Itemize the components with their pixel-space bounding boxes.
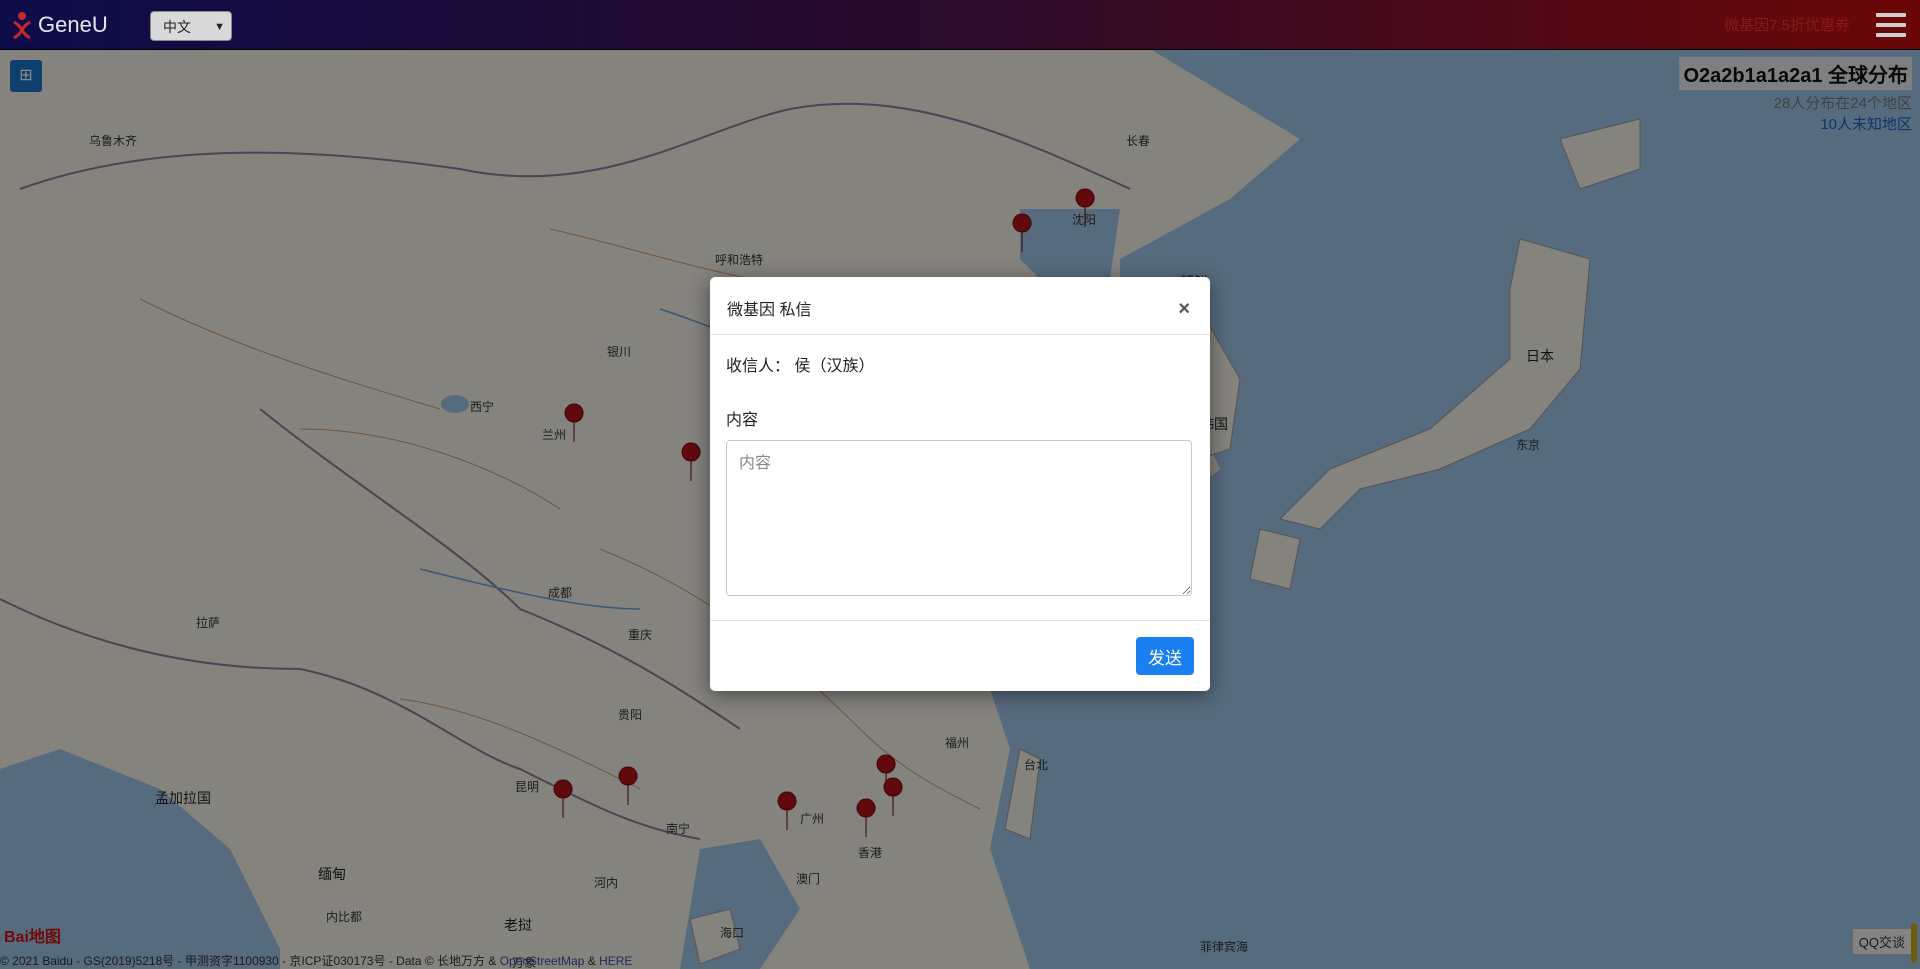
dialog-header: 微基因 私信 × bbox=[710, 277, 1210, 335]
send-button[interactable]: 发送 bbox=[1136, 637, 1194, 675]
content-label: 内容 bbox=[726, 412, 759, 429]
brand-logo[interactable]: GeneU bbox=[10, 10, 108, 40]
recipient-label: 收信人： 侯（汉族） bbox=[726, 358, 875, 375]
dialog-body: 收信人： 侯（汉族） 内容 bbox=[710, 335, 1210, 596]
language-value: 中文 bbox=[163, 19, 191, 35]
hamburger-menu-icon[interactable] bbox=[1876, 13, 1906, 37]
dna-logo-icon bbox=[13, 12, 31, 40]
top-navbar: GeneU 中文 ▼ 微基因7.5折优惠券 bbox=[0, 0, 1920, 50]
brand-name: GeneU bbox=[38, 12, 108, 37]
promo-link[interactable]: 微基因7.5折优惠券 bbox=[1724, 14, 1850, 35]
close-icon[interactable]: × bbox=[1178, 299, 1190, 319]
language-select[interactable]: 中文 ▼ bbox=[150, 11, 232, 41]
content-textarea[interactable] bbox=[726, 440, 1192, 596]
chevron-down-icon: ▼ bbox=[214, 21, 225, 33]
message-dialog: 微基因 私信 × 收信人： 侯（汉族） 内容 发送 bbox=[710, 277, 1210, 691]
dialog-title: 微基因 私信 bbox=[727, 302, 812, 319]
dialog-footer: 发送 bbox=[710, 620, 1210, 691]
